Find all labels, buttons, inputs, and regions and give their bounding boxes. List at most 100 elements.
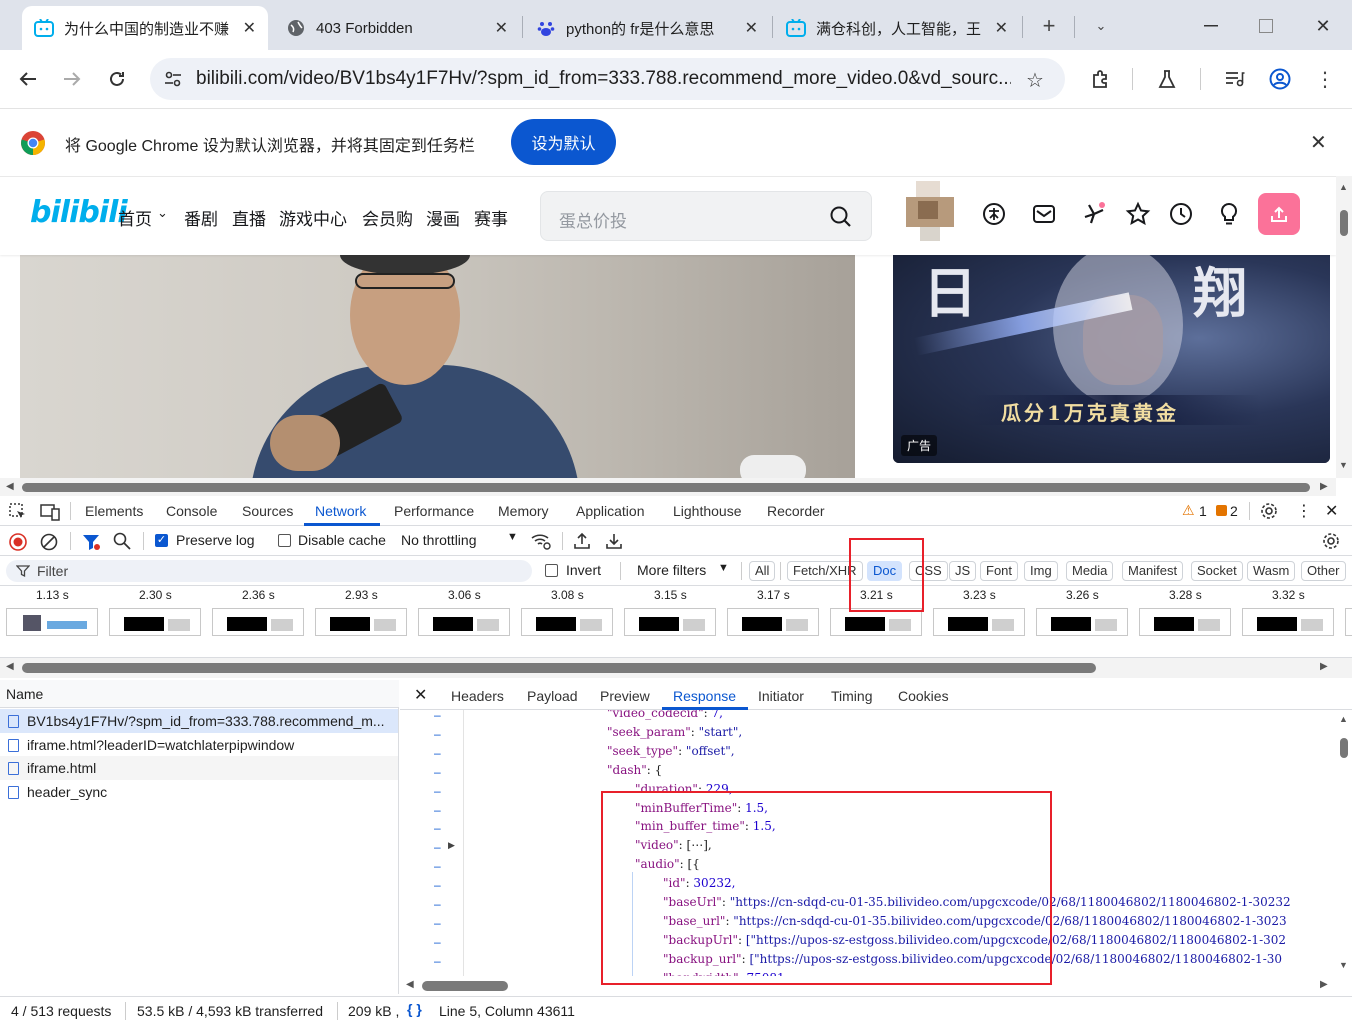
type-filter-img[interactable]: Img [1024,561,1058,581]
filmstrip-thumbnail[interactable] [1345,608,1352,636]
labs-flask-icon[interactable] [1151,63,1183,95]
issues-count[interactable]: 2 [1230,503,1238,519]
bilibili-logo[interactable]: bilibili [30,195,128,230]
nav-member-shop[interactable]: 会员购 [362,205,413,230]
reload-icon[interactable] [101,63,133,95]
tab-performance[interactable]: Performance [394,503,474,519]
request-row[interactable]: header_sync [0,780,398,804]
search-icon[interactable] [829,205,853,232]
bookmark-star-icon[interactable]: ☆ [1026,68,1044,93]
upload-button[interactable] [1258,193,1300,235]
expand-arrow-icon[interactable]: ▶ [448,840,455,851]
tab-payload[interactable]: Payload [527,688,578,704]
filmstrip-thumbnail[interactable] [830,608,922,636]
network-settings-gear-icon[interactable] [1322,532,1340,553]
filmstrip-thumbnail[interactable] [521,608,613,636]
filmstrip-thumbnail[interactable] [212,608,304,636]
type-filter-manifest[interactable]: Manifest [1122,561,1184,581]
media-queue-icon[interactable] [1219,63,1251,95]
warning-count[interactable]: 1 [1199,503,1207,519]
type-filter-other[interactable]: Other [1301,561,1346,581]
type-filter-socket[interactable]: Socket [1191,561,1243,581]
nav-home[interactable]: 首页 [118,205,152,230]
avatar[interactable] [906,181,954,243]
filmstrip-thumbnail[interactable] [1036,608,1128,636]
tab-network[interactable]: Network [315,503,366,519]
nav-anime[interactable]: 番剧 [184,205,218,230]
scrollbar-thumb[interactable] [22,483,1310,492]
browser-menu-icon[interactable]: ⋮ [1309,63,1341,95]
dynamic-windmill-icon[interactable] [1081,201,1107,227]
tab-initiator[interactable]: Initiator [758,688,804,704]
dropdown-arrow-icon[interactable]: ▼ [507,531,518,543]
warning-icon[interactable]: ⚠ [1182,502,1195,519]
close-tab-icon[interactable]: ✕ [745,18,758,38]
network-conditions-wifi-icon[interactable] [530,532,552,553]
settings-gear-icon[interactable] [1260,502,1278,523]
filmstrip-thumbnail[interactable] [1242,608,1334,636]
import-har-upload-icon[interactable] [573,532,591,553]
chevron-down-icon[interactable]: ⌄ [157,205,168,221]
close-tab-icon[interactable]: ✕ [243,18,256,38]
inspect-element-icon[interactable] [9,503,27,524]
extensions-icon[interactable] [1085,63,1117,95]
site-info-icon[interactable] [164,70,182,91]
invert-checkbox[interactable] [545,564,558,577]
throttling-select[interactable]: No throttling [401,532,476,548]
tab-search-chevron-icon[interactable]: ⌄ [1085,10,1117,42]
close-detail-icon[interactable]: ✕ [414,685,427,705]
browser-tab-2[interactable]: python的 fr是什么意思 ✕ [524,6,770,50]
message-mail-icon[interactable] [1031,201,1057,227]
close-tab-icon[interactable]: ✕ [995,18,1008,38]
filmstrip-scrollbar[interactable]: ◀ ▶ [0,658,1352,678]
tab-response[interactable]: Response [673,688,736,704]
type-filter-js[interactable]: JS [949,561,977,581]
filmstrip-thumbnail[interactable] [933,608,1025,636]
type-filter-wasm[interactable]: Wasm [1247,561,1296,581]
filter-funnel-icon[interactable] [82,533,100,554]
preserve-log-label[interactable]: Preserve log [176,532,255,548]
new-tab-icon[interactable]: + [1033,10,1065,42]
big-vip-icon[interactable] [981,201,1007,227]
filmstrip-thumbnail[interactable] [1139,608,1231,636]
tab-preview[interactable]: Preview [600,688,650,704]
close-tab-icon[interactable]: ✕ [495,18,508,38]
ad-banner[interactable]: 日 翔 瓜分1万克真黄金 广告 [893,255,1330,463]
issues-icon[interactable] [1216,505,1227,516]
nav-comics[interactable]: 漫画 [426,205,460,230]
disable-cache-label[interactable]: Disable cache [298,532,386,548]
type-filter-media[interactable]: Media [1066,561,1114,581]
request-row[interactable]: iframe.html [0,756,398,780]
set-default-button[interactable]: 设为默认 [511,119,616,165]
scrollbar-thumb[interactable] [1340,738,1348,758]
filmstrip-thumbnail[interactable] [6,608,98,636]
filmstrip-thumbnail[interactable] [727,608,819,636]
preserve-log-checkbox[interactable]: ✓ [155,534,168,547]
clear-icon[interactable] [40,533,58,554]
nav-game-center[interactable]: 游戏中心 [279,205,347,230]
search-input[interactable]: 蛋总价投 [540,191,872,241]
favorites-star-icon[interactable] [1125,201,1151,227]
record-stop-icon[interactable] [9,533,27,554]
export-har-download-icon[interactable] [605,532,623,553]
page-horizontal-scrollbar[interactable]: ◀ ▶ [0,478,1336,496]
more-filters-select[interactable]: More filters [637,562,706,578]
devtools-menu-icon[interactable]: ⋮ [1296,501,1312,521]
window-close-icon[interactable]: ✕ [1307,10,1339,42]
tab-headers[interactable]: Headers [451,688,504,704]
history-clock-icon[interactable] [1168,201,1194,227]
request-row[interactable]: BV1bs4y1F7Hv/?spm_id_from=333.788.recomm… [0,709,398,733]
creation-bulb-icon[interactable] [1216,201,1242,227]
profile-icon[interactable] [1264,63,1296,95]
name-column-header[interactable]: Name [6,686,43,702]
filmstrip-thumbnail[interactable] [624,608,716,636]
tab-cookies[interactable]: Cookies [898,688,949,704]
search-icon[interactable] [113,532,131,553]
type-filter-all[interactable]: All [749,561,776,581]
disable-cache-checkbox[interactable] [278,534,291,547]
device-toolbar-icon[interactable] [40,503,60,524]
tab-recorder[interactable]: Recorder [767,503,825,519]
filmstrip-thumbnail[interactable] [315,608,407,636]
page-vertical-scrollbar[interactable]: ▲ ▼ [1336,176,1352,478]
pretty-print-braces-icon[interactable]: { } [407,1001,422,1017]
